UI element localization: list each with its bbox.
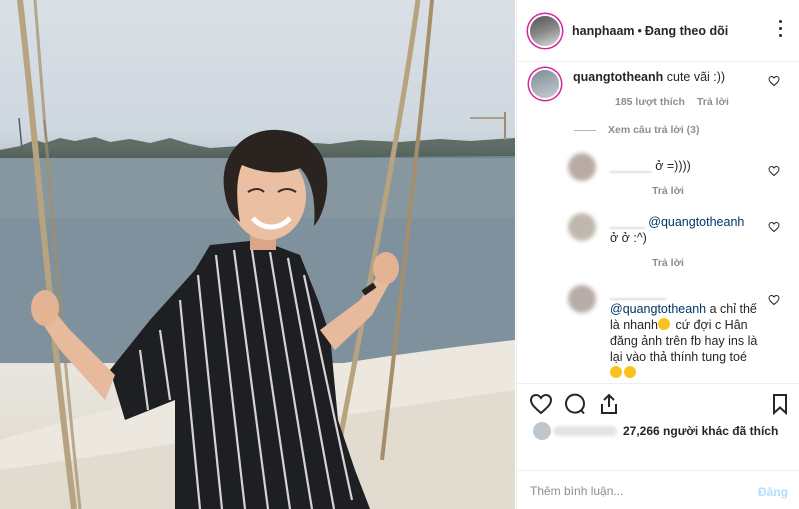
reply-item: ________ @quangtotheanh a chỉ thế là nha… xyxy=(517,283,799,383)
comment-text: cute vãi :)) xyxy=(666,70,726,84)
heart-icon[interactable] xyxy=(768,165,780,177)
liker-avatar[interactable] xyxy=(533,422,551,440)
heart-icon[interactable] xyxy=(768,294,780,306)
comment-username[interactable]: quangtotheanh xyxy=(573,70,663,84)
comment-icon[interactable] xyxy=(563,392,587,416)
likes-summary[interactable]: 27,266 người khác đã thích xyxy=(517,418,799,444)
post-photo[interactable] xyxy=(0,0,515,509)
heart-icon[interactable] xyxy=(529,392,553,416)
commenter-avatar[interactable] xyxy=(531,70,559,98)
view-replies-button[interactable]: Xem câu trả lời (3) xyxy=(574,124,700,136)
reply-item: _____ @quangtotheanh ở ở :^) Trả lời xyxy=(517,207,799,277)
comment-item: quangtotheanh cute vãi :)) 185 lượt thíc… xyxy=(517,63,799,138)
view-replies-label: Xem câu trả lời (3) xyxy=(608,124,700,136)
separator-dot: • xyxy=(637,24,642,38)
reply-text: ở ở :^) xyxy=(610,231,647,245)
post-photo-illustration xyxy=(0,0,515,509)
reply-meta: Trả lời xyxy=(652,257,684,269)
reply-body: ________ @quangtotheanh a chỉ thế là nha… xyxy=(610,285,770,381)
heart-icon[interactable] xyxy=(768,221,780,233)
reply-username[interactable]: ________ xyxy=(610,286,666,300)
add-comment-bar: Đăng xyxy=(517,470,799,509)
more-options-icon[interactable] xyxy=(778,20,784,40)
laughing-emoji-icon xyxy=(657,318,670,330)
reply-avatar[interactable] xyxy=(568,153,596,181)
comment-like-count[interactable]: 185 lượt thích xyxy=(615,96,685,108)
comment-meta: 185 lượt thích Trả lời xyxy=(615,96,729,108)
author-username[interactable]: hanphaam xyxy=(572,24,635,38)
laughing-emoji-icon xyxy=(624,366,636,378)
post-side-panel: hanphaam • Đang theo dõi quangtotheanh cut… xyxy=(516,0,799,509)
action-bar xyxy=(517,383,799,423)
laughing-emoji-icon xyxy=(610,366,622,378)
reply-item: ______ ở =)))) Trả lời xyxy=(517,149,799,199)
reply-text-line2b: cứ đợi c Hân xyxy=(675,318,748,332)
bookmark-icon[interactable] xyxy=(768,392,792,416)
following-button[interactable]: Đang theo dõi xyxy=(645,24,728,38)
replies-rule xyxy=(574,129,596,131)
post-header: hanphaam • Đang theo dõi xyxy=(517,0,799,62)
reply-text-line3: đăng ảnh trên fb hay ins là xyxy=(610,334,758,348)
likes-text: 27,266 người khác đã thích xyxy=(623,424,778,438)
reply-username[interactable]: ______ xyxy=(610,159,652,173)
reply-avatar[interactable] xyxy=(568,213,596,241)
reply-text: ở =)))) xyxy=(655,159,691,173)
share-icon[interactable] xyxy=(597,392,621,416)
comments-list[interactable]: quangtotheanh cute vãi :)) 185 lượt thíc… xyxy=(517,63,799,383)
post-comment-button[interactable]: Đăng xyxy=(758,485,788,499)
reply-text-line1: a chỉ thế xyxy=(709,302,757,316)
author-avatar[interactable] xyxy=(530,16,560,46)
reply-text-line2a: là nhanh xyxy=(610,318,658,332)
comment-input[interactable] xyxy=(530,481,730,501)
likes-count[interactable]: 27,266 xyxy=(623,424,660,438)
liker-name-blurred xyxy=(553,426,617,436)
reply-avatar[interactable] xyxy=(568,285,596,313)
author-line: hanphaam • Đang theo dõi xyxy=(572,24,728,38)
reply-mention[interactable]: @quangtotheanh xyxy=(610,302,706,316)
reply-username[interactable]: _____ xyxy=(610,215,645,229)
comment-body: quangtotheanh cute vãi :)) xyxy=(573,69,725,85)
reply-button[interactable]: Trả lời xyxy=(652,185,684,197)
reply-text-line4: lại vào thả thính tung toé xyxy=(610,350,747,364)
reply-body: ______ ở =)))) xyxy=(610,158,691,174)
reply-button[interactable]: Trả lời xyxy=(652,257,684,269)
likes-suffix[interactable]: người khác đã thích xyxy=(663,424,778,438)
reply-body: _____ @quangtotheanh ở ở :^) xyxy=(610,214,744,246)
reply-mention[interactable]: @quangtotheanh xyxy=(648,215,744,229)
reply-button[interactable]: Trả lời xyxy=(697,96,729,108)
heart-icon[interactable] xyxy=(768,75,780,87)
reply-meta: Trả lời xyxy=(652,185,684,197)
